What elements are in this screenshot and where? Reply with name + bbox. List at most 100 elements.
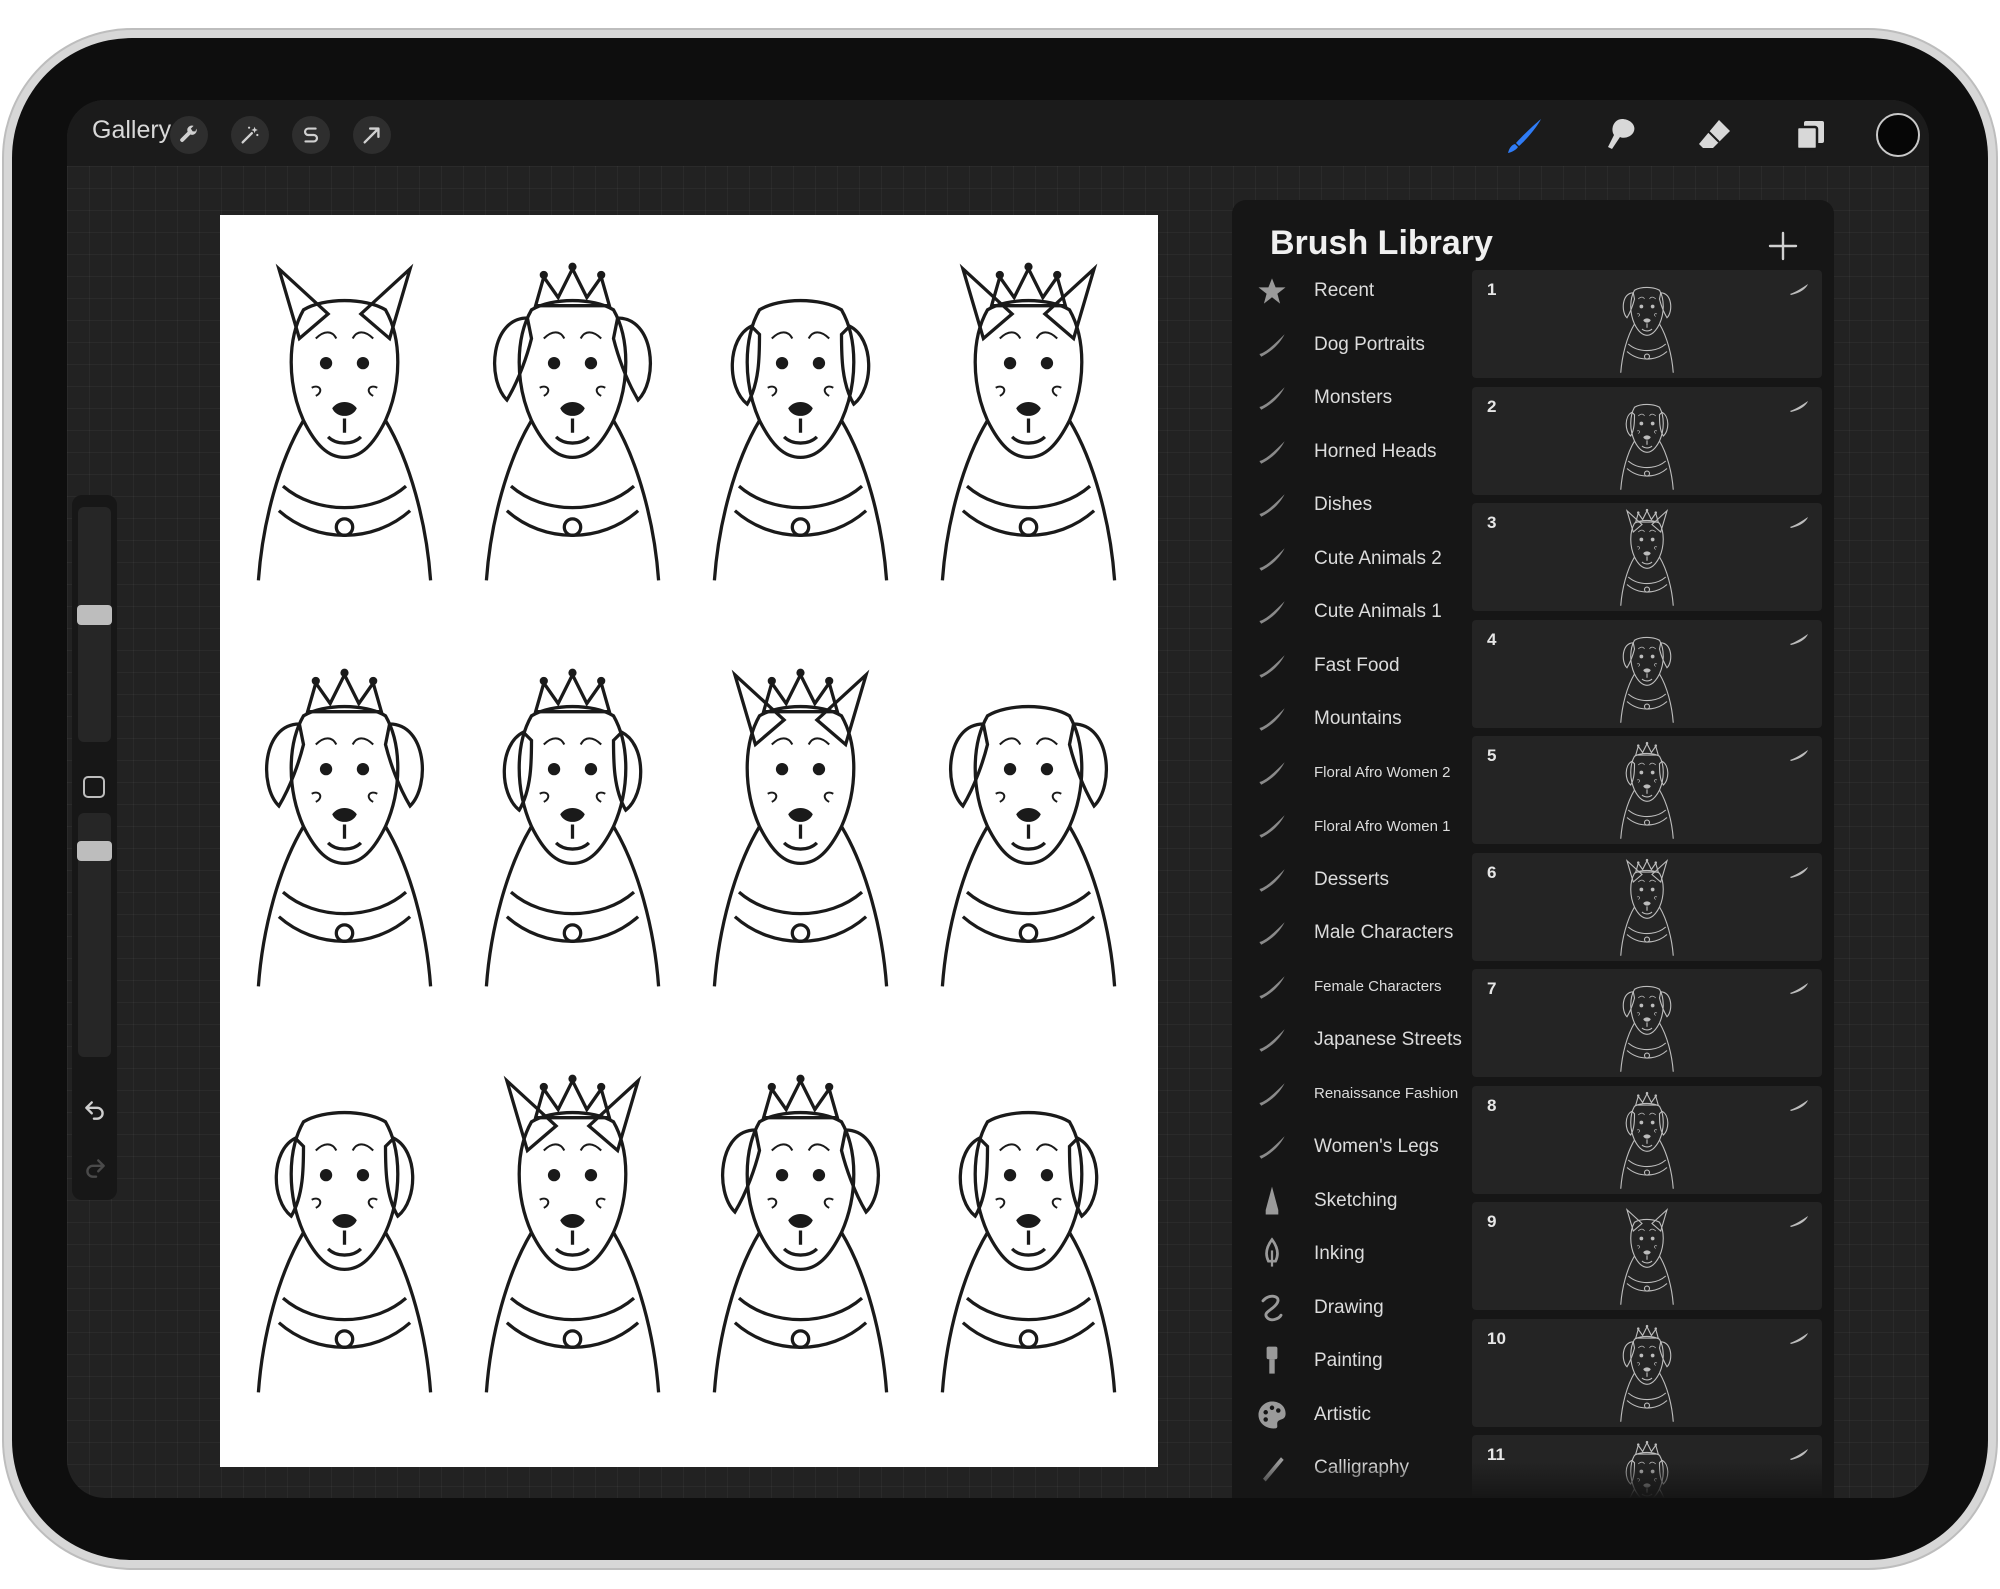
redo-icon[interactable] bbox=[80, 1153, 110, 1183]
top-toolbar: Gallery bbox=[67, 100, 1929, 166]
dog-portrait-maltese bbox=[698, 253, 903, 588]
brush-set-label: Painting bbox=[1314, 1350, 1383, 1371]
brush-tile[interactable]: 3 bbox=[1472, 503, 1822, 611]
brush-stroke-icon bbox=[1788, 1098, 1810, 1112]
brush-tile[interactable]: 5 bbox=[1472, 736, 1822, 844]
dog-portrait-husky bbox=[242, 253, 447, 588]
brush-set-item[interactable]: Horned Heads bbox=[1252, 427, 1467, 477]
brush-stroke-icon bbox=[1252, 699, 1292, 739]
brush-set-item[interactable]: Desserts bbox=[1252, 855, 1467, 905]
wrench-icon[interactable] bbox=[170, 116, 208, 154]
brush-tile[interactable]: 6 bbox=[1472, 852, 1822, 961]
brush-set-label: Horned Heads bbox=[1314, 440, 1437, 462]
brush-stroke-icon bbox=[1252, 913, 1292, 953]
brush-set-item[interactable]: Sketching bbox=[1252, 1176, 1467, 1226]
brush-set-item[interactable]: Monsters bbox=[1252, 373, 1467, 423]
eraser-icon[interactable] bbox=[1692, 112, 1738, 158]
dog-portrait-labrador bbox=[698, 659, 903, 994]
add-brush-icon[interactable] bbox=[1765, 228, 1801, 264]
brush-set-item[interactable]: Floral Afro Women 1 bbox=[1252, 801, 1467, 851]
smudge-icon[interactable] bbox=[1597, 112, 1643, 158]
brush-size-thumb[interactable] bbox=[77, 605, 112, 625]
brush-number: 5 bbox=[1487, 746, 1497, 765]
dog-portrait-dalmatian bbox=[242, 1065, 447, 1400]
brush-set-item[interactable]: Male Characters bbox=[1252, 908, 1467, 958]
brush-stroke-icon bbox=[1252, 1127, 1292, 1167]
brush-set-label: Drawing bbox=[1314, 1296, 1384, 1318]
drawing-canvas[interactable] bbox=[220, 215, 1158, 1467]
brush-set-label: Sketching bbox=[1314, 1189, 1398, 1211]
brush-tile[interactable]: 1 bbox=[1472, 270, 1822, 378]
magic-wand-icon[interactable] bbox=[231, 116, 269, 154]
dog-portrait-bulldog bbox=[926, 253, 1131, 588]
brush-set-item[interactable]: Inking bbox=[1252, 1229, 1467, 1279]
brush-size-slider[interactable] bbox=[77, 507, 112, 742]
dog-portrait-schnauzer bbox=[470, 253, 675, 588]
brush-set-item[interactable]: Female Characters bbox=[1252, 962, 1467, 1012]
brush-set-item[interactable]: Fast Food bbox=[1252, 641, 1467, 691]
brush-set-label: Floral Afro Women 1 bbox=[1314, 817, 1451, 835]
brush-set-item[interactable]: Drawing bbox=[1252, 1283, 1467, 1333]
color-picker-button[interactable] bbox=[1876, 113, 1920, 157]
undo-icon[interactable] bbox=[80, 1095, 110, 1125]
brush-stroke-icon bbox=[1252, 1074, 1292, 1114]
brush-stroke-icon bbox=[1252, 325, 1292, 365]
brush-stamp-preview bbox=[1607, 1323, 1687, 1423]
paint-brush-icon bbox=[1252, 1341, 1292, 1381]
brush-stroke-icon bbox=[1788, 282, 1810, 296]
brush-tile[interactable]: 9 bbox=[1472, 1202, 1822, 1310]
brush-set-label: Dishes bbox=[1314, 494, 1373, 515]
eyedropper-square-button[interactable] bbox=[83, 776, 105, 798]
brush-tile[interactable]: 10 bbox=[1472, 1318, 1822, 1427]
brush-set-item[interactable]: Artistic bbox=[1252, 1390, 1467, 1440]
dog-portrait-poodle bbox=[470, 659, 675, 994]
brush-icon[interactable] bbox=[1502, 112, 1548, 158]
brush-stroke-icon bbox=[1252, 539, 1292, 579]
brush-number: 4 bbox=[1487, 629, 1497, 649]
pencil-tip-icon bbox=[1252, 1181, 1292, 1221]
brush-set-item[interactable]: Mountains bbox=[1252, 694, 1467, 744]
brush-set-item[interactable]: Women's Legs bbox=[1252, 1122, 1467, 1172]
brush-tile[interactable]: 4 bbox=[1472, 619, 1822, 728]
transform-arrow-icon[interactable] bbox=[353, 116, 391, 154]
brush-set-item[interactable]: Dog Portraits bbox=[1252, 320, 1467, 370]
brush-set-item[interactable]: Dishes bbox=[1252, 480, 1467, 530]
brush-stroke-icon bbox=[1788, 399, 1810, 413]
brush-stroke-icon bbox=[1252, 753, 1292, 793]
brush-set-label: Cute Animals 2 bbox=[1314, 547, 1442, 569]
brush-tile[interactable]: 2 bbox=[1472, 386, 1822, 495]
brush-stroke-icon bbox=[1252, 592, 1292, 632]
brush-tile[interactable]: 7 bbox=[1472, 969, 1822, 1077]
brush-stamp-preview bbox=[1607, 857, 1687, 957]
brush-set-label: Cute Animals 1 bbox=[1314, 601, 1442, 622]
brush-set-item[interactable]: Cute Animals 1 bbox=[1252, 587, 1467, 637]
brush-stroke-icon bbox=[1252, 485, 1292, 525]
brush-set-label: Renaissance Fashion bbox=[1314, 1085, 1459, 1102]
brush-set-label: Inking bbox=[1314, 1243, 1365, 1264]
brush-set-item[interactable]: Floral Afro Women 2 bbox=[1252, 748, 1467, 798]
dog-portrait-great-dane bbox=[242, 659, 447, 994]
brush-stamp-preview bbox=[1607, 973, 1687, 1073]
brush-number: 1 bbox=[1487, 280, 1497, 299]
brush-set-item[interactable]: Cute Animals 2 bbox=[1252, 534, 1467, 584]
brush-set-label: Fast Food bbox=[1314, 654, 1400, 676]
dog-portrait-shepherd bbox=[926, 659, 1131, 994]
layers-icon[interactable] bbox=[1787, 112, 1833, 158]
brush-set-label: Monsters bbox=[1314, 387, 1393, 408]
squiggle-icon bbox=[1252, 1288, 1292, 1328]
brush-set-item[interactable]: Recent bbox=[1252, 266, 1467, 316]
brush-stroke-icon bbox=[1788, 1331, 1810, 1345]
gallery-button[interactable]: Gallery bbox=[92, 116, 171, 145]
brush-stamp-preview bbox=[1607, 740, 1687, 840]
brush-set-item[interactable]: Japanese Streets bbox=[1252, 1015, 1467, 1065]
selection-s-icon[interactable] bbox=[292, 116, 330, 154]
scroll-fade bbox=[1232, 1462, 1834, 1498]
opacity-slider[interactable] bbox=[77, 813, 112, 1057]
brush-set-label: Male Characters bbox=[1314, 922, 1454, 943]
brush-stroke-icon bbox=[1252, 646, 1292, 686]
opacity-thumb[interactable] bbox=[77, 841, 112, 861]
brush-tile[interactable]: 8 bbox=[1472, 1085, 1822, 1194]
brush-stroke-icon bbox=[1252, 967, 1292, 1007]
brush-set-item[interactable]: Painting bbox=[1252, 1336, 1467, 1386]
brush-set-item[interactable]: Renaissance Fashion bbox=[1252, 1069, 1467, 1119]
